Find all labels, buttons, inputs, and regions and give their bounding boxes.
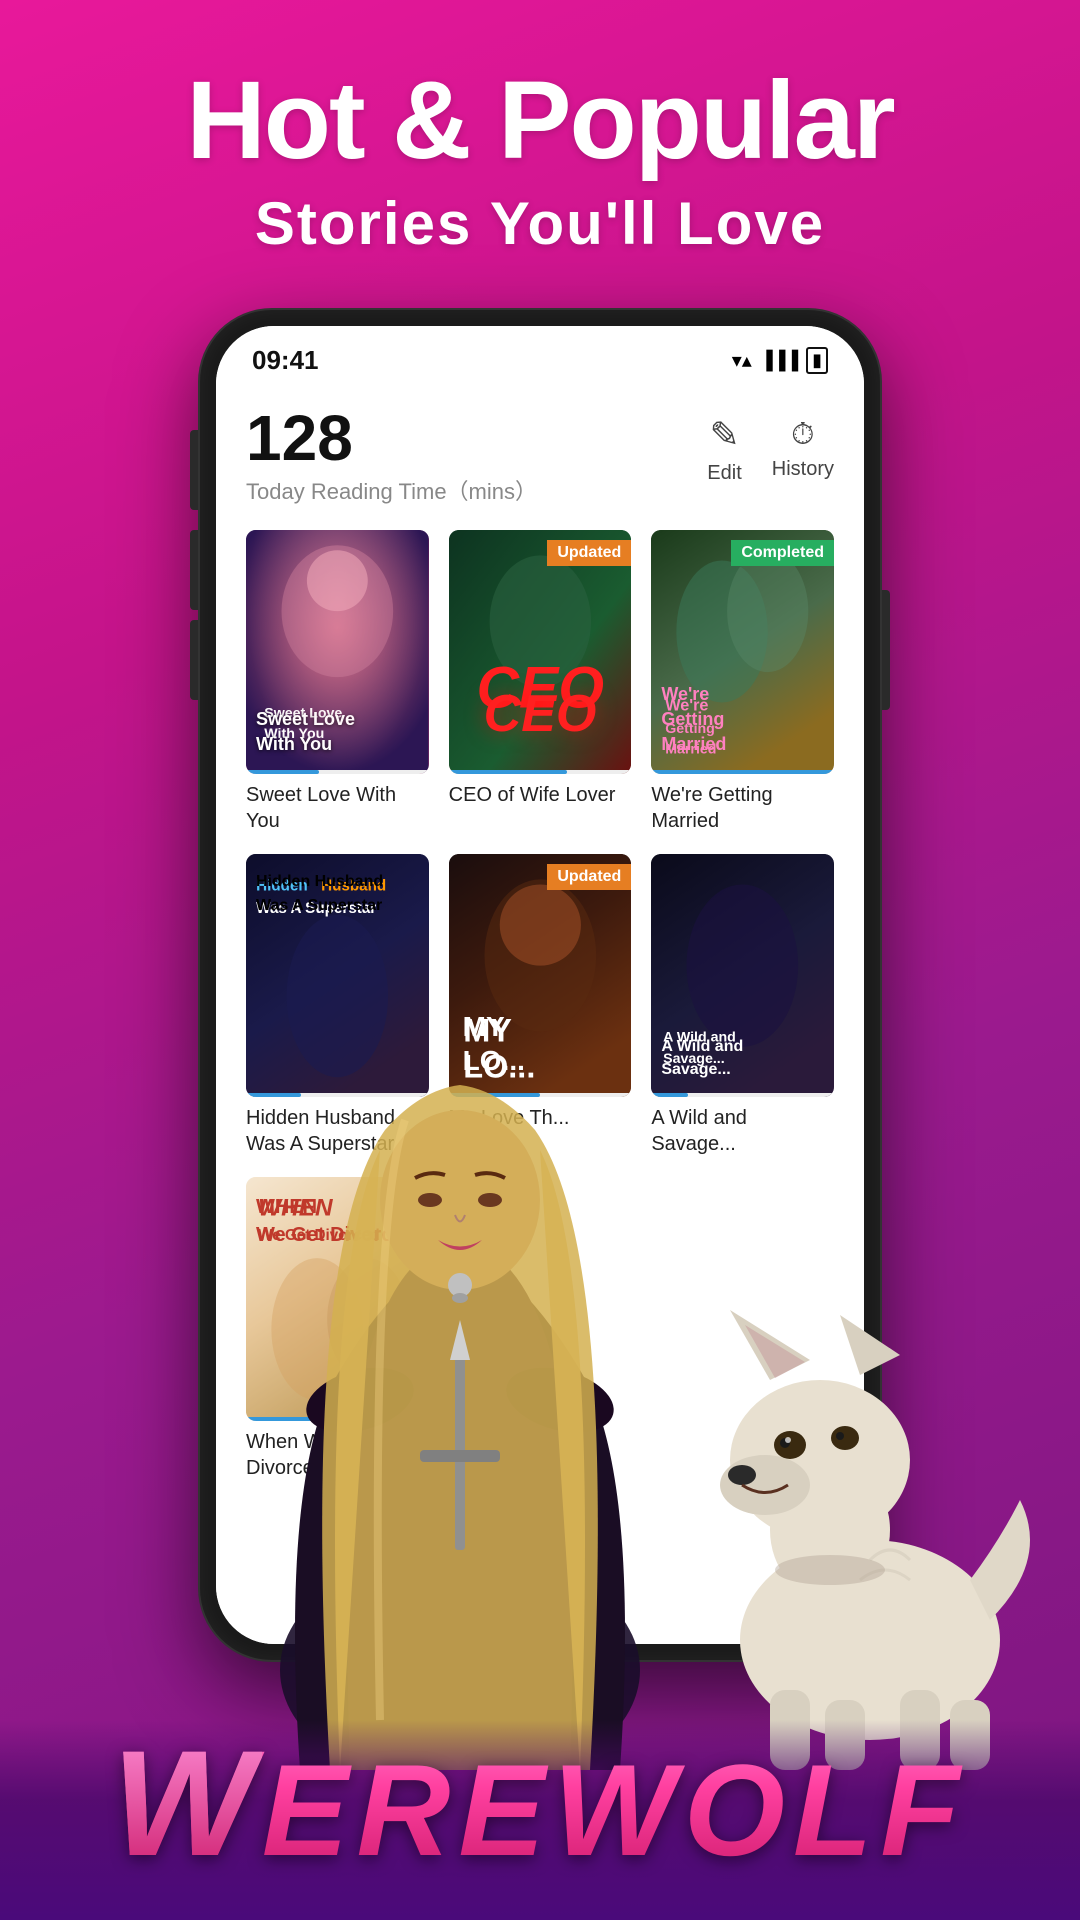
- book-title-married: We're Getting Married: [651, 782, 834, 834]
- status-time: 09:41: [252, 345, 319, 376]
- svg-text:Hidden: Hidden: [256, 877, 308, 894]
- cover-art-sweet-love: Sweet Love With You: [246, 530, 429, 774]
- book-title-ceo: CEO of Wife Lover: [449, 782, 632, 808]
- progress-bar: [246, 770, 429, 774]
- svg-text:Sweet Love: Sweet Love: [264, 706, 342, 722]
- werewolf-w: W: [112, 1719, 262, 1887]
- status-bar: 09:41 ▾▴ ▐▐▐ ▮: [216, 326, 864, 386]
- edit-button[interactable]: ✎ Edit: [707, 414, 741, 485]
- character-woman: [220, 1070, 700, 1770]
- cover-art-hidden: Hidden Husband Was A Superstar: [246, 854, 429, 1098]
- woman-svg: [220, 1070, 700, 1770]
- svg-text:Husband: Husband: [321, 877, 386, 894]
- progress-bar-ceo: [449, 770, 632, 774]
- svg-text:We're: We're: [666, 697, 709, 715]
- badge-updated-ceo: Updated: [547, 540, 631, 566]
- book-cover-wild: A Wild and Savage...: [651, 854, 834, 1098]
- badge-completed: Completed: [731, 540, 834, 566]
- progress-fill-married: [651, 770, 834, 774]
- action-buttons: ✎ Edit ⏱ History: [707, 406, 834, 485]
- wifi-icon: ▾▴: [732, 348, 752, 373]
- book-cover-hidden: Hidden Husband Was A Superstar: [246, 854, 429, 1098]
- book-item-married[interactable]: We're Getting Married Completed We're Ge…: [651, 530, 834, 834]
- cover-art-ceo: CEO: [449, 530, 632, 774]
- svg-text:Getting: Getting: [666, 721, 716, 737]
- reading-label: Today Reading Time（mins）: [246, 474, 537, 506]
- svg-text:Was A Superstar: Was A Superstar: [256, 899, 376, 916]
- werewolf-rest: EREWOLF: [262, 1737, 968, 1883]
- book-cover-ceo: CEO Updated: [449, 530, 632, 774]
- werewolf-text: WEREWOLF: [112, 1717, 968, 1890]
- battery-icon: ▮: [806, 347, 828, 374]
- history-button[interactable]: ⏱ History: [772, 418, 834, 481]
- book-title-sweet-love: Sweet Love With You: [246, 782, 429, 834]
- werewolf-section: WEREWOLF: [0, 1720, 1080, 1920]
- headline-sub: Stories You'll Love: [0, 189, 1080, 258]
- svg-text:With You: With You: [264, 726, 324, 742]
- svg-text:MY: MY: [463, 1012, 512, 1048]
- headline-section: Hot & Popular Stories You'll Love: [0, 0, 1080, 258]
- status-icons: ▾▴ ▐▐▐ ▮: [732, 347, 828, 374]
- book-item-sweet-love[interactable]: Sweet Love With You Sweet Love With You: [246, 530, 429, 834]
- history-label: History: [772, 458, 834, 481]
- book-cover-sweet-love: Sweet Love With You: [246, 530, 429, 774]
- edit-label: Edit: [707, 462, 741, 485]
- svg-text:A Wild and: A Wild and: [664, 1029, 737, 1045]
- top-row: 128 Today Reading Time（mins） ✎ Edit ⏱ Hi…: [246, 406, 834, 506]
- edit-icon: ✎: [709, 414, 739, 456]
- cover-art-wild: A Wild and Savage...: [651, 854, 834, 1098]
- svg-text:Married: Married: [666, 741, 717, 757]
- book-cover-mylove: MY LO... Updated: [449, 854, 632, 1098]
- book-item-ceo[interactable]: CEO Updated CEO of Wife Lover: [449, 530, 632, 834]
- svg-text:CEO: CEO: [476, 656, 604, 721]
- progress-bar-married: [651, 770, 834, 774]
- history-icon: ⏱: [791, 418, 814, 452]
- wolf-svg: [670, 1300, 1050, 1780]
- progress-fill-ceo: [449, 770, 568, 774]
- character-wolf: [670, 1300, 1050, 1780]
- book-cover-married: We're Getting Married Completed: [651, 530, 834, 774]
- badge-updated-mylove: Updated: [547, 864, 631, 890]
- reading-number: 128: [246, 406, 537, 470]
- signal-icon: ▐▐▐: [760, 350, 798, 371]
- headline-main: Hot & Popular: [0, 60, 1080, 181]
- cover-art-married: We're Getting Married: [651, 530, 834, 774]
- cover-art-mylove: MY LO...: [449, 854, 632, 1098]
- reading-stats: 128 Today Reading Time（mins）: [246, 406, 537, 506]
- svg-text:Savage...: Savage...: [664, 1051, 726, 1067]
- progress-fill: [246, 770, 319, 774]
